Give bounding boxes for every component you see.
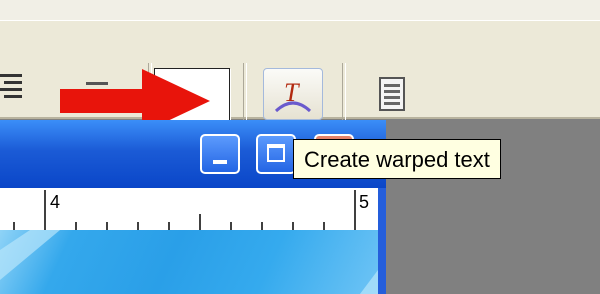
horizontal-ruler: 4 5 (0, 188, 378, 231)
paragraph-panel-icon[interactable] (374, 75, 412, 115)
ruler-label: 5 (359, 192, 370, 212)
toolbar-separator (243, 63, 247, 127)
ruler-label: 4 (50, 192, 61, 212)
maximize-button[interactable] (256, 134, 296, 174)
minimize-button[interactable] (200, 134, 240, 174)
maximize-icon (267, 144, 285, 162)
options-toolbar: T (0, 20, 600, 133)
create-warped-text-button[interactable]: T (263, 68, 323, 120)
top-strip (0, 0, 600, 20)
document-canvas[interactable] (0, 230, 378, 294)
align-text-icon[interactable] (0, 68, 28, 102)
toolbar-separator (342, 63, 346, 127)
warp-text-icon: T (274, 78, 312, 113)
tooltip: Create warped text (293, 139, 501, 179)
minimize-icon (213, 160, 227, 164)
canvas-artwork (0, 230, 378, 294)
